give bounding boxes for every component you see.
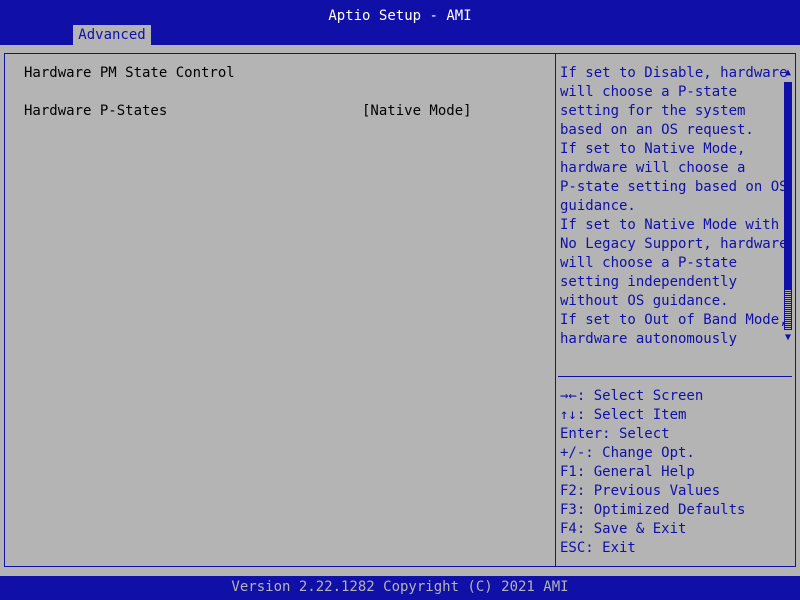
help-line: P-state setting based on OS bbox=[560, 179, 788, 195]
help-line: based on an OS request. bbox=[560, 122, 754, 138]
scrollbar-thumb[interactable] bbox=[785, 290, 791, 330]
key-select-item: ↑↓: Select Item bbox=[560, 407, 687, 423]
key-optimized-defaults: F3: Optimized Defaults bbox=[560, 502, 746, 518]
panel-divider bbox=[555, 53, 556, 567]
help-divider bbox=[558, 376, 792, 377]
key-save-exit: F4: Save & Exit bbox=[560, 521, 687, 537]
key-previous-values: F2: Previous Values bbox=[560, 483, 721, 499]
help-line: guidance. bbox=[560, 198, 636, 214]
help-line: If set to Native Mode with bbox=[560, 217, 780, 233]
scroll-down-icon[interactable]: ▼ bbox=[782, 332, 794, 344]
tab-advanced[interactable]: Advanced bbox=[73, 25, 151, 45]
help-line: If set to Native Mode, bbox=[560, 141, 746, 157]
help-line: If set to Out of Band Mode, bbox=[560, 312, 788, 328]
setting-label: Hardware P-States bbox=[24, 103, 168, 119]
help-line: If set to Disable, hardware bbox=[560, 65, 788, 81]
help-line: will choose a P-state bbox=[560, 84, 738, 100]
key-general-help: F1: General Help bbox=[560, 464, 695, 480]
scroll-up-icon[interactable]: ▲ bbox=[782, 67, 794, 79]
key-change-opt: +/-: Change Opt. bbox=[560, 445, 695, 461]
key-exit: ESC: Exit bbox=[560, 540, 636, 556]
help-line: hardware autonomously bbox=[560, 331, 738, 347]
help-line: without OS guidance. bbox=[560, 293, 729, 309]
setting-value[interactable]: [Native Mode] bbox=[362, 102, 472, 121]
help-line: setting independently bbox=[560, 274, 738, 290]
version-copyright: Version 2.22.1282 Copyright (C) 2021 AMI bbox=[231, 579, 569, 595]
help-line: setting for the system bbox=[560, 103, 746, 119]
help-line: will choose a P-state bbox=[560, 255, 738, 271]
key-enter-select: Enter: Select bbox=[560, 426, 670, 442]
section-title: Hardware PM State Control bbox=[24, 65, 235, 81]
app-title: Aptio Setup - AMI bbox=[328, 8, 472, 24]
help-line: hardware will choose a bbox=[560, 160, 746, 176]
key-select-screen: →←: Select Screen bbox=[560, 388, 704, 404]
help-line: No Legacy Support, hardware bbox=[560, 236, 788, 252]
